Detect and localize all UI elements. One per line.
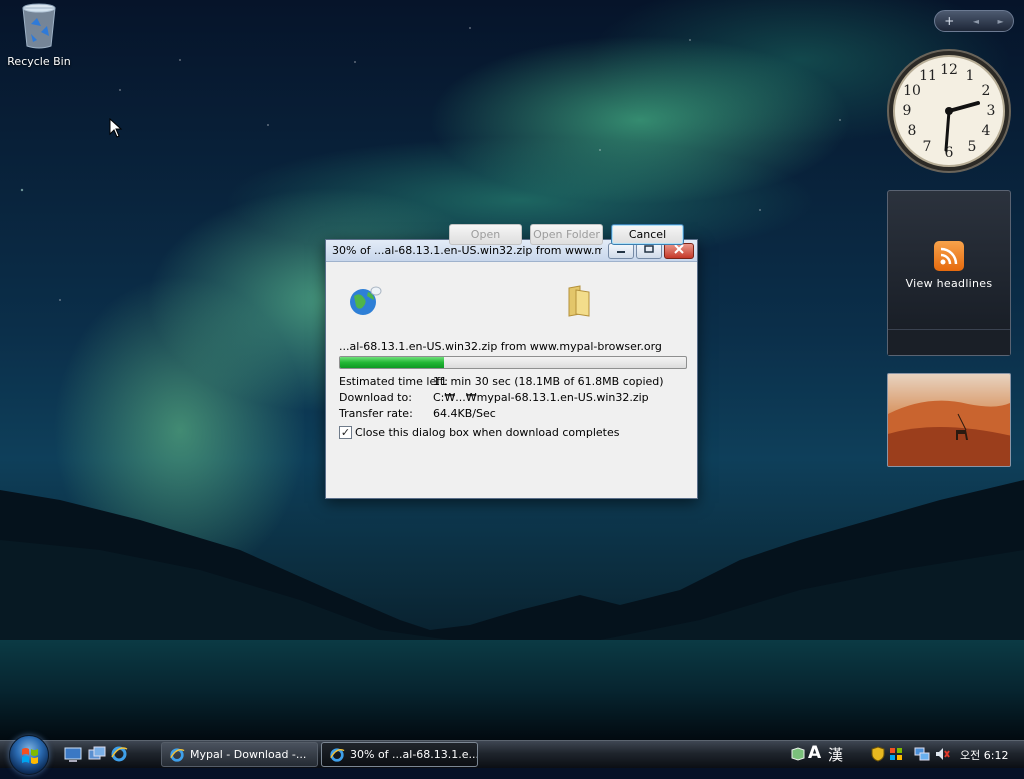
hanja-conversion-indicator[interactable]: 漢 bbox=[828, 744, 843, 765]
estimated-time-row: Estimated time left:11 min 30 sec (18.1M… bbox=[339, 375, 664, 388]
desktop[interactable]: Recycle Bin + ◄ ► 12 1 2 3 4 5 6 7 8 9 1… bbox=[0, 0, 1024, 740]
svg-text:4: 4 bbox=[982, 123, 991, 139]
svg-text:5: 5 bbox=[968, 139, 977, 155]
input-mode-indicator[interactable]: A bbox=[808, 743, 821, 763]
minimize-button[interactable] bbox=[608, 243, 634, 259]
dialog-title: 30% of ...al-68.13.1.en-US.win32.zip fro… bbox=[332, 244, 602, 257]
view-headlines-link[interactable]: View headlines bbox=[888, 277, 1010, 290]
svg-text:11: 11 bbox=[919, 68, 937, 84]
windows-flag-icon[interactable] bbox=[888, 746, 904, 762]
transfer-rate-value: 64.4KB/Sec bbox=[433, 407, 496, 420]
internet-explorer-icon bbox=[330, 748, 345, 762]
close-when-done-label: Close this dialog box when download comp… bbox=[355, 426, 620, 439]
internet-explorer-icon bbox=[170, 748, 185, 762]
taskbar-button-label: 30% of ...al-68.13.1.e... bbox=[350, 748, 478, 761]
slideshow-gadget[interactable] bbox=[887, 373, 1011, 467]
previous-page-button[interactable]: ◄ bbox=[973, 17, 979, 26]
taskbar-button-download-progress[interactable]: 30% of ...al-68.13.1.e... bbox=[321, 742, 478, 767]
next-page-button[interactable]: ► bbox=[998, 17, 1004, 26]
download-progress-bar bbox=[339, 356, 687, 369]
download-source-text: ...al-68.13.1.en-US.win32.zip from www.m… bbox=[339, 340, 662, 353]
folder-icon bbox=[568, 285, 590, 317]
clock-gadget[interactable]: 12 1 2 3 4 5 6 7 8 9 10 11 bbox=[886, 48, 1012, 174]
close-when-done-option[interactable]: ✓ Close this dialog box when download co… bbox=[339, 426, 619, 439]
internet-explorer-icon[interactable] bbox=[110, 745, 128, 763]
globe-icon bbox=[350, 286, 382, 315]
estimated-time-value: 11 min 30 sec (18.1MB of 61.8MB copied) bbox=[433, 375, 664, 388]
language-bar-icon[interactable] bbox=[790, 746, 806, 762]
svg-text:7: 7 bbox=[923, 139, 932, 155]
wallpaper-lake bbox=[0, 640, 1024, 740]
svg-text:12: 12 bbox=[940, 62, 958, 78]
open-folder-button[interactable]: Open Folder bbox=[530, 224, 603, 245]
volume-muted-icon[interactable] bbox=[934, 746, 950, 762]
taskbar: Mypal - Download -... 30% of ...al-68.13… bbox=[0, 735, 1024, 775]
network-icon[interactable] bbox=[914, 746, 930, 762]
feed-headlines-gadget[interactable]: View headlines bbox=[887, 190, 1011, 356]
security-shield-icon[interactable] bbox=[870, 746, 886, 762]
taskbar-button-mypal-download[interactable]: Mypal - Download -... bbox=[161, 742, 318, 767]
download-to-row: Download to: C:₩...₩mypal-68.13.1.en-US.w… bbox=[339, 391, 649, 404]
feed-gadget-footer bbox=[888, 329, 1010, 355]
svg-text:2: 2 bbox=[982, 83, 991, 99]
maximize-button[interactable] bbox=[636, 243, 662, 259]
svg-text:10: 10 bbox=[903, 83, 921, 99]
minimize-icon bbox=[617, 251, 625, 253]
close-when-done-checkbox[interactable]: ✓ bbox=[339, 426, 352, 439]
download-progress-dialog: 30% of ...al-68.13.1.en-US.win32.zip fro… bbox=[325, 239, 698, 499]
close-icon bbox=[674, 244, 684, 254]
slideshow-image bbox=[888, 400, 1010, 466]
dialog-body: ...al-68.13.1.en-US.win32.zip from www.m… bbox=[326, 262, 697, 499]
wallpaper-mountains bbox=[0, 480, 1024, 650]
start-button[interactable] bbox=[9, 735, 49, 775]
download-progress-fill bbox=[340, 357, 444, 368]
svg-text:3: 3 bbox=[987, 103, 996, 119]
windows-logo-icon bbox=[22, 748, 38, 764]
switch-windows-icon[interactable] bbox=[88, 745, 106, 763]
svg-text:1: 1 bbox=[966, 68, 975, 84]
rss-icon bbox=[934, 241, 964, 271]
recycle-bin-label: Recycle Bin bbox=[7, 55, 71, 68]
taskbar-button-label: Mypal - Download -... bbox=[190, 748, 307, 761]
transfer-rate-row: Transfer rate: 64.4KB/Sec bbox=[339, 407, 496, 420]
svg-text:9: 9 bbox=[903, 103, 912, 119]
mouse-cursor-icon bbox=[109, 118, 123, 138]
sidebar-controls: + ◄ ► bbox=[934, 10, 1014, 32]
taskbar-clock[interactable]: 오전 6:12 bbox=[960, 747, 1008, 763]
show-desktop-icon[interactable] bbox=[64, 745, 82, 763]
recycle-bin-shortcut[interactable]: Recycle Bin bbox=[6, 2, 72, 68]
recycle-bin-icon bbox=[22, 3, 56, 49]
close-button[interactable] bbox=[664, 243, 694, 259]
estimated-time-label: Estimated time left: bbox=[339, 375, 448, 388]
download-to-value: C:₩...₩mypal-68.13.1.en-US.win32.zip bbox=[433, 391, 649, 404]
svg-text:8: 8 bbox=[908, 123, 917, 139]
add-gadget-button[interactable]: + bbox=[944, 14, 954, 28]
open-button[interactable]: Open bbox=[449, 224, 522, 245]
cancel-button[interactable]: Cancel bbox=[611, 224, 684, 245]
transfer-rate-label: Transfer rate: bbox=[339, 407, 413, 420]
maximize-icon bbox=[644, 245, 654, 253]
download-to-label: Download to: bbox=[339, 391, 412, 404]
